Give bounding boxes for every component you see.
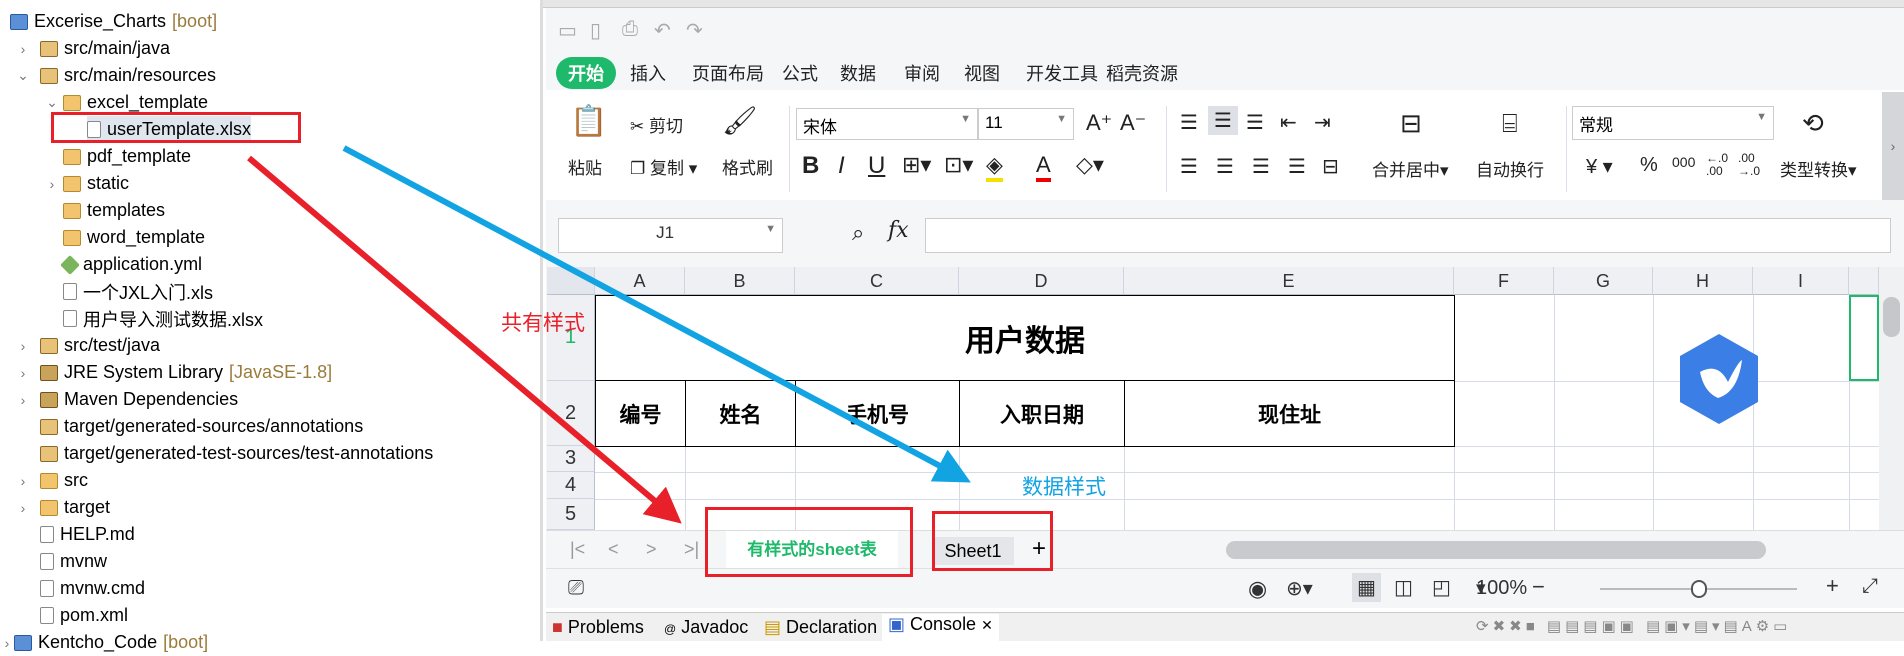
annotation-arrows: [247, 145, 971, 524]
blue-arrow: [342, 145, 971, 483]
